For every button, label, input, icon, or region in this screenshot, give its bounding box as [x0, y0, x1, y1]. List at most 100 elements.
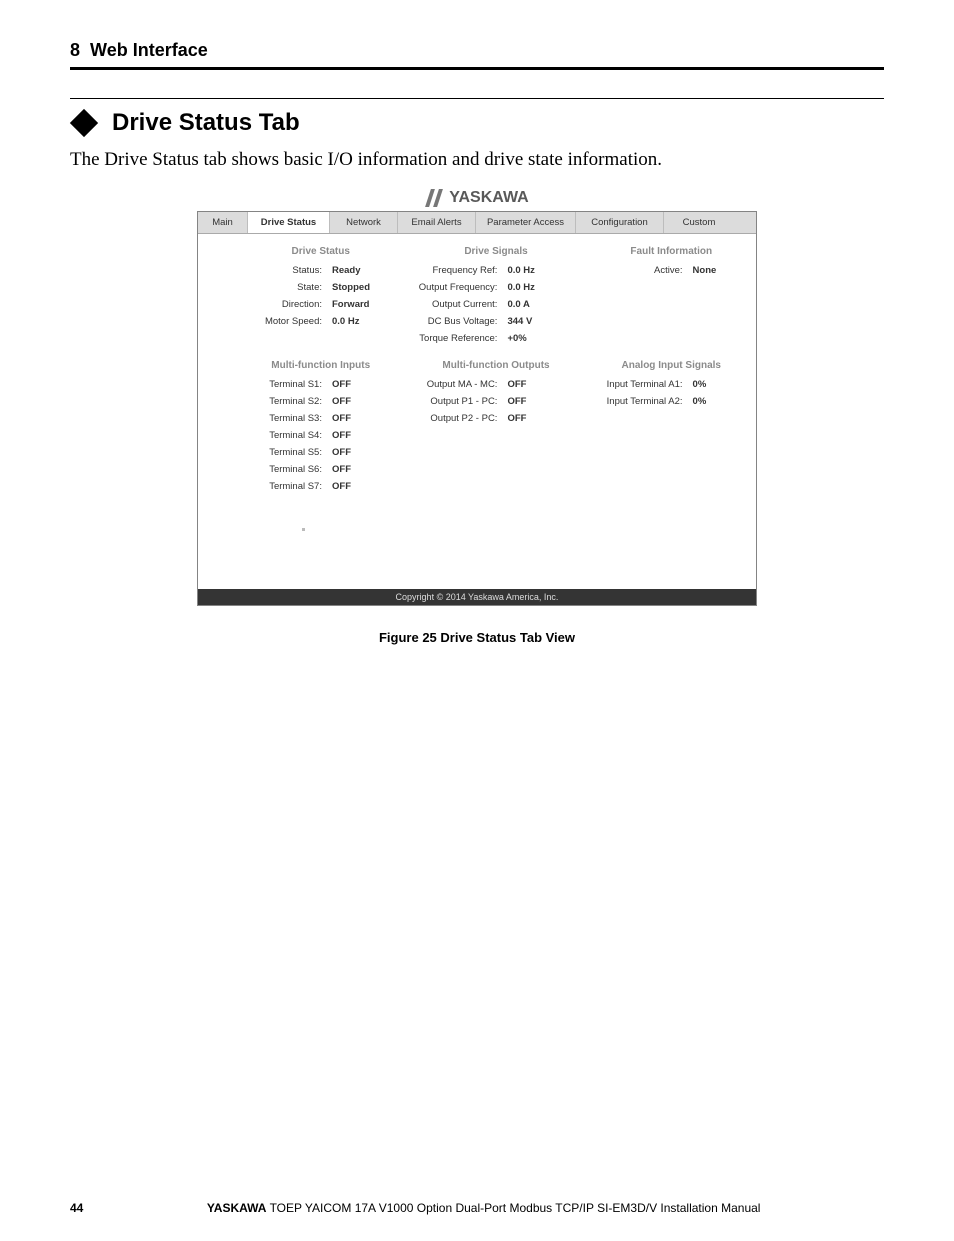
kv-value: OFF [332, 413, 351, 424]
doc-brand: YASKAWA [207, 1201, 267, 1215]
screenshot: YASKAWA Main Drive Status Network Email … [197, 189, 757, 645]
kv-label: Terminal S7: [242, 481, 332, 492]
kv-label: Terminal S5: [242, 447, 332, 458]
kv-value: 0.0 Hz [507, 265, 534, 276]
kv-value: OFF [332, 430, 351, 441]
figure-caption: Figure 25 Drive Status Tab View [197, 630, 757, 645]
col-mfo: Multi-function Outputs Output MA - MC:OF… [405, 360, 586, 498]
kv-label: Output MA - MC: [405, 379, 507, 390]
col-mfi: Multi-function Inputs Terminal S1:OFFTer… [242, 360, 399, 498]
kv-label: Terminal S2: [242, 396, 332, 407]
page-number: 44 [70, 1201, 83, 1215]
section-title: Drive Status Tab [112, 109, 300, 137]
kv-value: 0.0 A [507, 299, 529, 310]
kv-row: Motor Speed:0.0 Hz [242, 316, 399, 327]
kv-value: None [693, 265, 717, 276]
kv-row: Output Frequency:0.0 Hz [405, 282, 586, 293]
kv-row: Terminal S4:OFF [242, 430, 399, 441]
copyright-bar: Copyright © 2014 Yaskawa America, Inc. [198, 589, 756, 605]
tab-email-alerts[interactable]: Email Alerts [398, 212, 476, 233]
kv-value: +0% [507, 333, 526, 344]
kv-label: DC Bus Voltage: [405, 316, 507, 327]
kv-label: Status: [242, 265, 332, 276]
kv-row: Terminal S3:OFF [242, 413, 399, 424]
col-drive-signals: Drive Signals Frequency Ref:0.0 HzOutput… [405, 246, 586, 350]
upper-columns: Drive Status Status:ReadyState:StoppedDi… [242, 246, 750, 350]
tab-drive-status[interactable]: Drive Status [248, 212, 330, 233]
kv-row: Direction:Forward [242, 299, 399, 310]
kv-row: Frequency Ref:0.0 Hz [405, 265, 586, 276]
kv-value: OFF [332, 481, 351, 492]
kv-value: OFF [507, 379, 526, 390]
kv-value: OFF [332, 396, 351, 407]
kv-row: Status:Ready [242, 265, 399, 276]
kv-value: Forward [332, 299, 369, 310]
kv-row: State:Stopped [242, 282, 399, 293]
kv-row: Terminal S5:OFF [242, 447, 399, 458]
heading-ais: Analog Input Signals [593, 360, 750, 371]
kv-label: Terminal S3: [242, 413, 332, 424]
kv-row: Terminal S7:OFF [242, 481, 399, 492]
heading-drive-status: Drive Status [242, 246, 399, 257]
kv-value: Ready [332, 265, 361, 276]
kv-value: OFF [507, 413, 526, 424]
kv-row: Output MA - MC:OFF [405, 379, 586, 390]
heading-mfo: Multi-function Outputs [405, 360, 586, 371]
kv-value: OFF [332, 379, 351, 390]
kv-value: Stopped [332, 282, 370, 293]
section-title-row: Drive Status Tab [70, 109, 884, 137]
kv-row: Torque Reference:+0% [405, 333, 586, 344]
col-fault-info: Fault Information Active:None [593, 246, 750, 350]
tab-custom[interactable]: Custom [664, 212, 734, 233]
kv-value: 0.0 Hz [332, 316, 359, 327]
doc-name: TOEP YAICOM 17A V1000 Option Dual-Port M… [266, 1201, 760, 1215]
col-ais: Analog Input Signals Input Terminal A1:0… [593, 360, 750, 498]
kv-label: Motor Speed: [242, 316, 332, 327]
kv-value: OFF [507, 396, 526, 407]
kv-label: Terminal S6: [242, 464, 332, 475]
tab-parameter-access[interactable]: Parameter Access [476, 212, 576, 233]
col-drive-status: Drive Status Status:ReadyState:StoppedDi… [242, 246, 399, 350]
kv-value: OFF [332, 464, 351, 475]
kv-value: OFF [332, 447, 351, 458]
kv-row: Active:None [593, 265, 750, 276]
kv-row: DC Bus Voltage:344 V [405, 316, 586, 327]
kv-value: 0% [693, 396, 707, 407]
kv-value: 0.0 Hz [507, 282, 534, 293]
kv-label: Output P2 - PC: [405, 413, 507, 424]
kv-label: Terminal S1: [242, 379, 332, 390]
kv-row: Output Current:0.0 A [405, 299, 586, 310]
doc-title: YASKAWA TOEP YAICOM 17A V1000 Option Dua… [207, 1201, 761, 1215]
chapter-number: 8 [70, 40, 80, 60]
kv-row: Input Terminal A1:0% [593, 379, 750, 390]
page-header: 8 Web Interface [70, 40, 884, 70]
lower-columns: Multi-function Inputs Terminal S1:OFFTer… [242, 360, 750, 498]
dot-mark [302, 528, 305, 531]
kv-value: 0% [693, 379, 707, 390]
kv-row: Terminal S2:OFF [242, 396, 399, 407]
kv-label: Output Frequency: [405, 282, 507, 293]
brand-text: YASKAWA [449, 189, 528, 207]
kv-row: Output P2 - PC:OFF [405, 413, 586, 424]
kv-label: Output P1 - PC: [405, 396, 507, 407]
tab-network[interactable]: Network [330, 212, 398, 233]
kv-label: State: [242, 282, 332, 293]
tab-configuration[interactable]: Configuration [576, 212, 664, 233]
kv-label: Input Terminal A1: [593, 379, 693, 390]
brand-icon [425, 189, 443, 207]
chapter-title: Web Interface [90, 40, 208, 60]
panel: Drive Status Status:ReadyState:StoppedDi… [198, 234, 756, 589]
tab-main[interactable]: Main [198, 212, 248, 233]
heading-fault-info: Fault Information [593, 246, 750, 257]
kv-value: 344 V [507, 316, 532, 327]
page-footer: 44 YASKAWA TOEP YAICOM 17A V1000 Option … [70, 1201, 884, 1215]
kv-row: Output P1 - PC:OFF [405, 396, 586, 407]
web-ui-window: Main Drive Status Network Email Alerts P… [197, 211, 757, 606]
brand-row: YASKAWA [197, 189, 757, 207]
intro-text: The Drive Status tab shows basic I/O inf… [70, 149, 884, 171]
kv-label: Terminal S4: [242, 430, 332, 441]
section-rule [70, 98, 884, 99]
kv-row: Terminal S1:OFF [242, 379, 399, 390]
kv-label: Input Terminal A2: [593, 396, 693, 407]
tab-bar: Main Drive Status Network Email Alerts P… [198, 212, 756, 234]
